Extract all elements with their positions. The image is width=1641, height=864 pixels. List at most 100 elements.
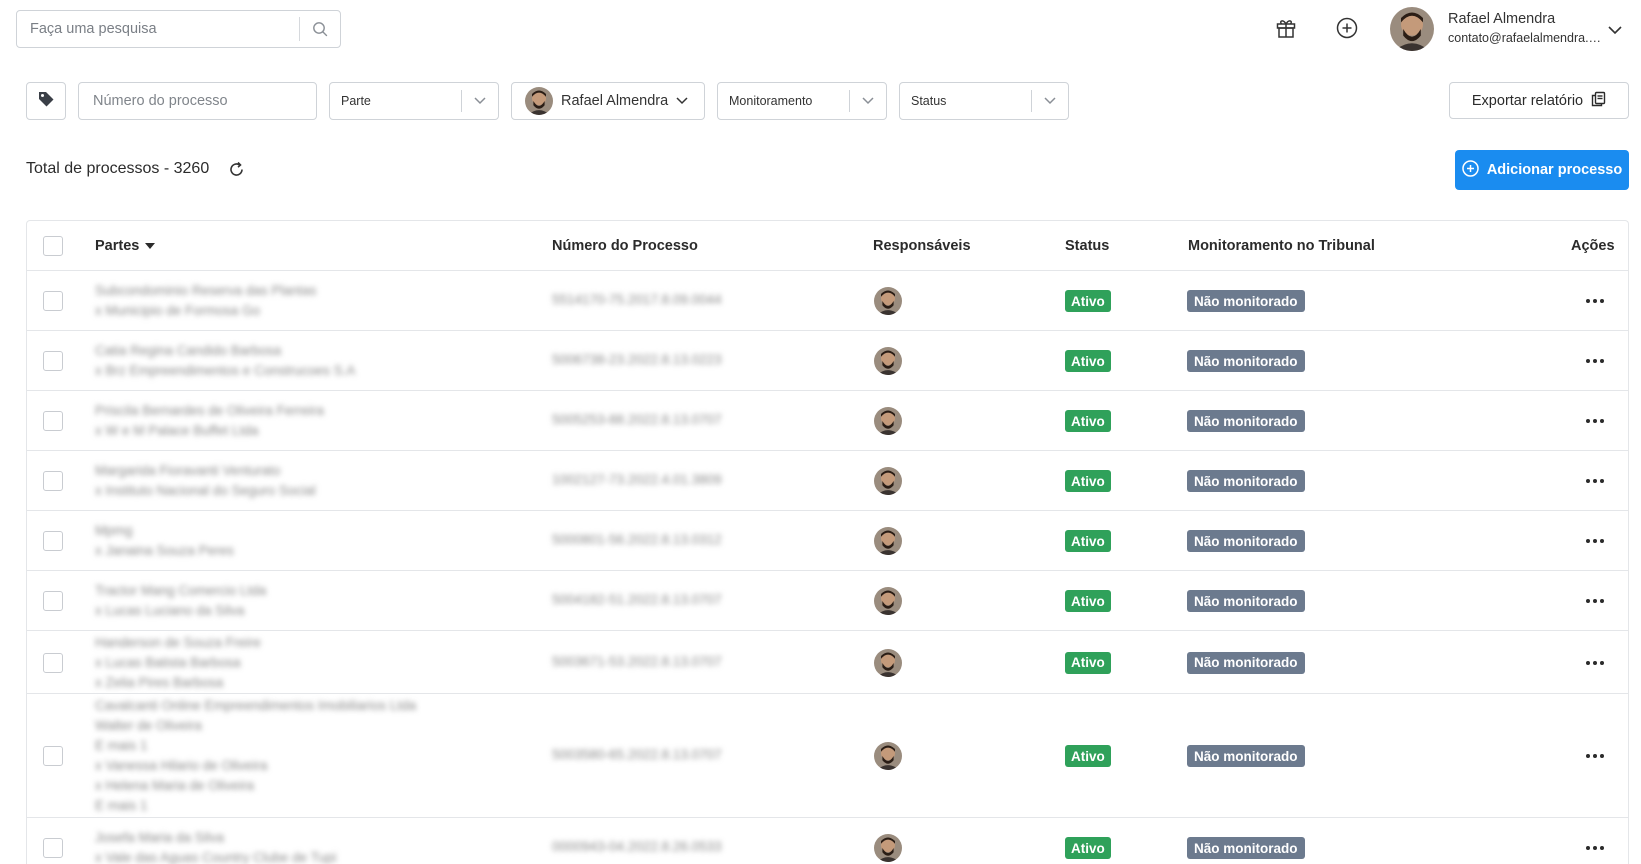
status-badge: Ativo [1065, 651, 1111, 674]
parties-cell[interactable]: Catia Regina Candido Barbosa x Brz Empree… [95, 341, 355, 381]
parte-select-label: Parte [341, 94, 371, 108]
chevron-down-icon [850, 97, 886, 105]
column-header-partes[interactable]: Partes [95, 238, 156, 254]
column-header-numero: Número do Processo [552, 237, 698, 254]
status-badge: Ativo [1065, 530, 1111, 552]
process-number-cell[interactable]: 5514170-75.2017.8.09.0044 [552, 292, 722, 307]
avatar [874, 587, 902, 615]
status-badge: Ativo [1065, 290, 1111, 312]
monitoramento-select-label: Monitoramento [729, 94, 813, 108]
avatar [874, 834, 902, 862]
more-actions-icon[interactable] [1585, 838, 1605, 858]
parties-cell[interactable]: Margarida Fioravanti Venturato x Institut… [95, 461, 316, 501]
select-all-checkbox[interactable] [43, 236, 63, 256]
add-circle-icon[interactable] [1334, 15, 1360, 41]
table-body: Subcondominio Reserva das Plantas x Munic… [27, 271, 1628, 864]
party-line: E mais 1 [95, 798, 148, 813]
process-number-input[interactable] [79, 83, 316, 119]
export-report-button[interactable]: Exportar relatório [1449, 82, 1629, 119]
more-actions-icon[interactable] [1585, 471, 1605, 491]
sort-down-icon [145, 242, 156, 249]
parties-cell[interactable]: Tractor Mang Comercio Ltda x Lucas Lucian… [95, 581, 266, 621]
table-row[interactable]: Mpmg x Janaina Souza Peres 5000801-56.2022… [27, 511, 1628, 571]
process-number-cell[interactable]: 5003671-53.2022.8.13.0707 [552, 654, 722, 669]
more-actions-icon[interactable] [1585, 531, 1605, 551]
chevron-down-icon [462, 97, 498, 105]
party-line: x Vale das Aguas Country Clube de Tupi [95, 850, 337, 864]
process-number-cell[interactable]: 5000801-56.2022.8.13.0312 [552, 532, 722, 547]
parte-select[interactable]: Parte [329, 82, 499, 120]
more-actions-icon[interactable] [1585, 351, 1605, 371]
party-line: x Helena Maria de Oliveira [95, 778, 255, 793]
party-line: x Zelia Pires Barbosa [95, 674, 224, 690]
status-select-label: Status [911, 94, 947, 108]
parties-cell[interactable]: Handerson de Souza Freire x Lucas Batista… [95, 633, 261, 693]
party-line: x Instituto Nacional do Seguro Social [95, 483, 316, 498]
row-checkbox[interactable] [43, 471, 63, 491]
table-row[interactable]: Margarida Fioravanti Venturato x Institut… [27, 451, 1628, 511]
row-checkbox[interactable] [43, 411, 63, 431]
status-select[interactable]: Status [899, 82, 1069, 120]
column-header-responsaveis: Responsáveis [873, 237, 971, 254]
party-line: Handerson de Souza Freire [95, 634, 261, 650]
table-row[interactable]: Handerson de Souza Freire x Lucas Batista… [27, 631, 1628, 694]
table-row[interactable]: Catia Regina Candido Barbosa x Brz Empree… [27, 331, 1628, 391]
export-label: Exportar relatório [1471, 92, 1584, 109]
avatar [874, 649, 902, 677]
parties-cell[interactable]: Cavalcanti Online Empreendimentos Imobil… [95, 696, 416, 816]
gift-icon[interactable] [1273, 15, 1299, 41]
process-number-cell[interactable]: 5004182-51.2022.8.13.0707 [552, 592, 722, 607]
row-checkbox[interactable] [43, 291, 63, 311]
row-checkbox[interactable] [43, 591, 63, 611]
search-input[interactable] [17, 11, 299, 47]
search-box [16, 10, 341, 48]
chevron-down-icon[interactable] [1608, 22, 1622, 40]
search-icon[interactable] [300, 11, 340, 47]
chevron-down-icon [676, 97, 688, 105]
row-checkbox[interactable] [43, 351, 63, 371]
copy-document-icon [1591, 91, 1606, 111]
refresh-icon[interactable] [228, 161, 245, 183]
row-checkbox[interactable] [43, 746, 63, 766]
process-number-cell[interactable]: 1002127-73.2022.4.01.3809 [552, 472, 722, 487]
column-header-status: Status [1065, 237, 1110, 254]
party-line: x Vanessa Hilario de Oliveira [95, 758, 268, 773]
table-row[interactable]: Cavalcanti Online Empreendimentos Imobil… [27, 694, 1628, 818]
responsavel-select[interactable]: Rafael Almendra [511, 82, 705, 120]
parties-cell[interactable]: Mpmg x Janaina Souza Peres [95, 521, 234, 561]
process-number-cell[interactable]: 5003580-65.2022.8.13.0707 [552, 747, 722, 762]
tag-filter-button[interactable] [26, 82, 66, 120]
monitoramento-select[interactable]: Monitoramento [717, 82, 887, 120]
user-name[interactable]: Rafael Almendra [1448, 11, 1555, 27]
table-row[interactable]: Subcondominio Reserva das Plantas x Munic… [27, 271, 1628, 331]
process-number-cell[interactable]: 5006738-23.2022.8.13.0223 [552, 352, 722, 367]
more-actions-icon[interactable] [1585, 291, 1605, 311]
party-line: x Brz Empreendimentos e Construcoes S.A [95, 363, 356, 378]
user-avatar[interactable] [1390, 7, 1434, 51]
row-checkbox[interactable] [43, 838, 63, 858]
monitoring-badge: Não monitorado [1187, 837, 1305, 859]
chevron-down-icon [1032, 97, 1068, 105]
parties-cell[interactable]: Subcondominio Reserva das Plantas x Munic… [95, 281, 316, 321]
process-number-cell[interactable]: 0000943-04.2022.8.26.0533 [552, 839, 722, 854]
process-number-cell[interactable]: 5005253-88.2022.8.13.0707 [552, 412, 722, 427]
column-header-acoes: Ações [1571, 237, 1615, 254]
tag-icon [37, 90, 55, 113]
status-badge: Ativo [1065, 745, 1111, 767]
table-row[interactable]: Priscila Bernardes de Oliveira Ferreira x… [27, 391, 1628, 451]
row-checkbox[interactable] [43, 652, 63, 673]
row-checkbox[interactable] [43, 531, 63, 551]
more-actions-icon[interactable] [1585, 653, 1605, 673]
more-actions-icon[interactable] [1585, 411, 1605, 431]
table-row[interactable]: Josefa Maria da Silva x Vale das Aguas Co… [27, 818, 1628, 864]
table-row[interactable]: Tractor Mang Comercio Ltda x Lucas Lucian… [27, 571, 1628, 631]
party-line: Subcondominio Reserva das Plantas [95, 283, 317, 298]
more-actions-icon[interactable] [1585, 591, 1605, 611]
parties-cell[interactable]: Josefa Maria da Silva x Vale das Aguas Co… [95, 828, 336, 864]
parties-cell[interactable]: Priscila Bernardes de Oliveira Ferreira x… [95, 401, 324, 441]
party-line: Josefa Maria da Silva [95, 830, 225, 845]
more-actions-icon[interactable] [1585, 746, 1605, 766]
party-line: x Lucas Luciano da Silva [95, 603, 245, 618]
monitoring-badge: Não monitorado [1187, 530, 1305, 552]
add-process-button[interactable]: Adicionar processo [1455, 150, 1629, 190]
